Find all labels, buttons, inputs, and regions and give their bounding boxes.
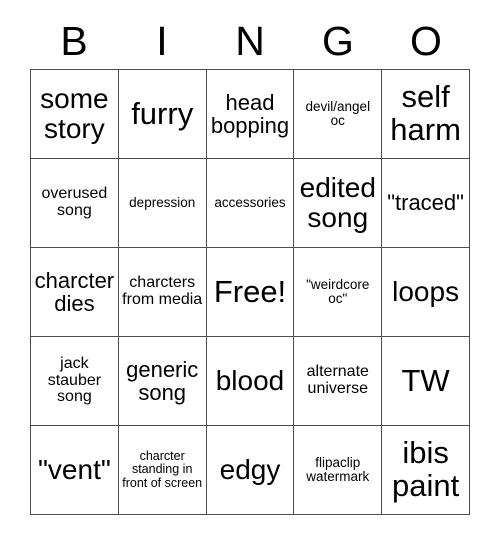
bingo-cell[interactable]: "traced"	[382, 159, 470, 248]
bingo-cell-label: edgy	[219, 454, 281, 486]
bingo-cell[interactable]: charcter dies	[31, 248, 119, 337]
bingo-cell[interactable]: depression	[118, 159, 207, 248]
bingo-card: B I N G O some story furry head bopping …	[0, 0, 500, 544]
bingo-cell-label: furry	[131, 95, 194, 131]
bingo-cell-label: TW	[401, 362, 450, 398]
bingo-header: B I N G O	[30, 14, 470, 68]
bingo-cell-label: ibis paint	[391, 435, 460, 503]
bingo-cell-label: some story	[40, 83, 109, 144]
bingo-cell-label: flipaclip watermark	[306, 454, 370, 484]
bingo-cell[interactable]: some story	[31, 70, 119, 159]
bingo-cell-label: head bopping	[210, 89, 290, 138]
bingo-cell[interactable]: TW	[382, 337, 470, 426]
bingo-cell-label: Free!	[213, 273, 287, 309]
bingo-cell[interactable]: charcters from media	[118, 248, 207, 337]
bingo-cell-free[interactable]: Free!	[206, 248, 295, 337]
bingo-header-letter-g: G	[322, 17, 354, 64]
bingo-cell-label: loops	[392, 276, 460, 308]
bingo-cell-label: charcter dies	[34, 267, 115, 316]
bingo-cell-label: "vent"	[37, 454, 111, 486]
bingo-cell[interactable]: self harm	[382, 70, 470, 159]
bingo-cell-label: edited song	[299, 172, 376, 233]
bingo-cell[interactable]: charcter standing in front of screen	[118, 426, 207, 515]
bingo-cell[interactable]: furry	[118, 70, 207, 159]
bingo-cell-label: charcter standing in front of screen	[122, 449, 203, 490]
bingo-cell-label: "weirdcore oc"	[306, 276, 370, 306]
bingo-cell[interactable]: alternate universe	[294, 337, 383, 426]
bingo-cell[interactable]: devil/angel oc	[294, 70, 383, 159]
bingo-cell[interactable]: "vent"	[31, 426, 119, 515]
bingo-cell[interactable]: "weirdcore oc"	[294, 248, 383, 337]
bingo-header-letter-b: B	[60, 17, 88, 64]
bingo-cell[interactable]: overused song	[31, 159, 119, 248]
bingo-cell[interactable]: edited song	[294, 159, 383, 248]
bingo-cell-label: blood	[215, 365, 285, 397]
bingo-cell-label: alternate universe	[306, 363, 369, 397]
bingo-header-letter-n: N	[235, 17, 265, 64]
bingo-cell[interactable]: head bopping	[206, 70, 295, 159]
bingo-cell-label: devil/angel oc	[305, 98, 371, 128]
bingo-cell-label: charcters from media	[122, 274, 203, 308]
bingo-cell-label: self harm	[390, 79, 461, 147]
bingo-cell[interactable]: generic song	[118, 337, 207, 426]
bingo-header-letter-o: O	[410, 17, 442, 64]
bingo-cell-label: generic song	[126, 356, 199, 405]
bingo-cell[interactable]: ibis paint	[382, 426, 470, 515]
bingo-cell-label: jack stauber song	[47, 354, 102, 406]
bingo-cell-label: overused song	[41, 185, 108, 219]
bingo-header-letter-i: I	[156, 17, 168, 64]
bingo-cell[interactable]: loops	[382, 248, 470, 337]
bingo-cell[interactable]: jack stauber song	[31, 337, 119, 426]
bingo-cell[interactable]: flipaclip watermark	[294, 426, 383, 515]
bingo-cell-label: depression	[129, 194, 196, 210]
bingo-cell-label: accessories	[214, 194, 286, 210]
bingo-cell[interactable]: blood	[206, 337, 295, 426]
bingo-cell[interactable]: edgy	[206, 426, 295, 515]
bingo-grid: some story furry head bopping devil/ange…	[30, 69, 470, 515]
bingo-cell-label: "traced"	[387, 190, 464, 216]
bingo-cell[interactable]: accessories	[206, 159, 295, 248]
